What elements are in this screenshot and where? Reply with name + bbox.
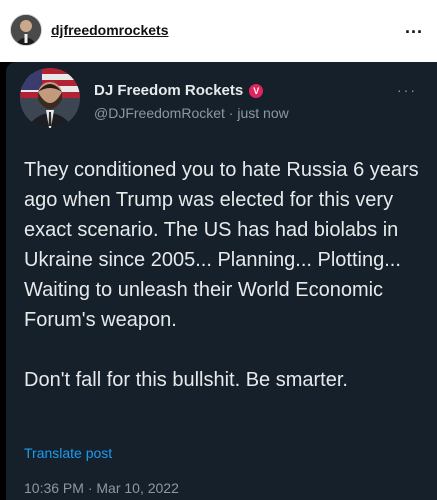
tweet-text-paragraph: Don't fall for this bullshit. Be smarter… (24, 369, 348, 391)
tweet-display-name[interactable]: DJ Freedom Rockets V (94, 82, 264, 99)
translate-post-link[interactable]: Translate post (24, 445, 112, 461)
tweet-more-icon[interactable]: ··· (397, 82, 417, 98)
instagram-avatar[interactable] (10, 14, 42, 46)
instagram-username[interactable]: djfreedomrockets (51, 22, 168, 38)
display-name-text: DJ Freedom Rockets (94, 82, 244, 99)
tweet-body: They conditioned you to hate Russia 6 ye… (24, 155, 428, 395)
verified-badge-icon: V (249, 83, 264, 98)
instagram-post-header: djfreedomrockets ... (0, 0, 437, 62)
profile-photo-icon (11, 15, 41, 45)
tweet-text-paragraph: They conditioned you to hate Russia 6 ye… (24, 159, 419, 331)
tweet-avatar[interactable] (20, 68, 80, 128)
separator-dot: · (224, 105, 238, 121)
tweet-card: DJ Freedom Rockets V @DJFreedomRocket · … (6, 62, 437, 500)
profile-photo-icon (20, 68, 80, 128)
tweet-timestamp[interactable]: 10:36 PM · Mar 10, 2022 (24, 480, 179, 496)
tweet-handle[interactable]: @DJFreedomRocket (94, 105, 225, 121)
tweet-handle-line: @DJFreedomRocket · just now (94, 105, 289, 121)
more-options-icon[interactable]: ... (405, 17, 423, 38)
tweet-time-ago[interactable]: just now (237, 105, 288, 121)
